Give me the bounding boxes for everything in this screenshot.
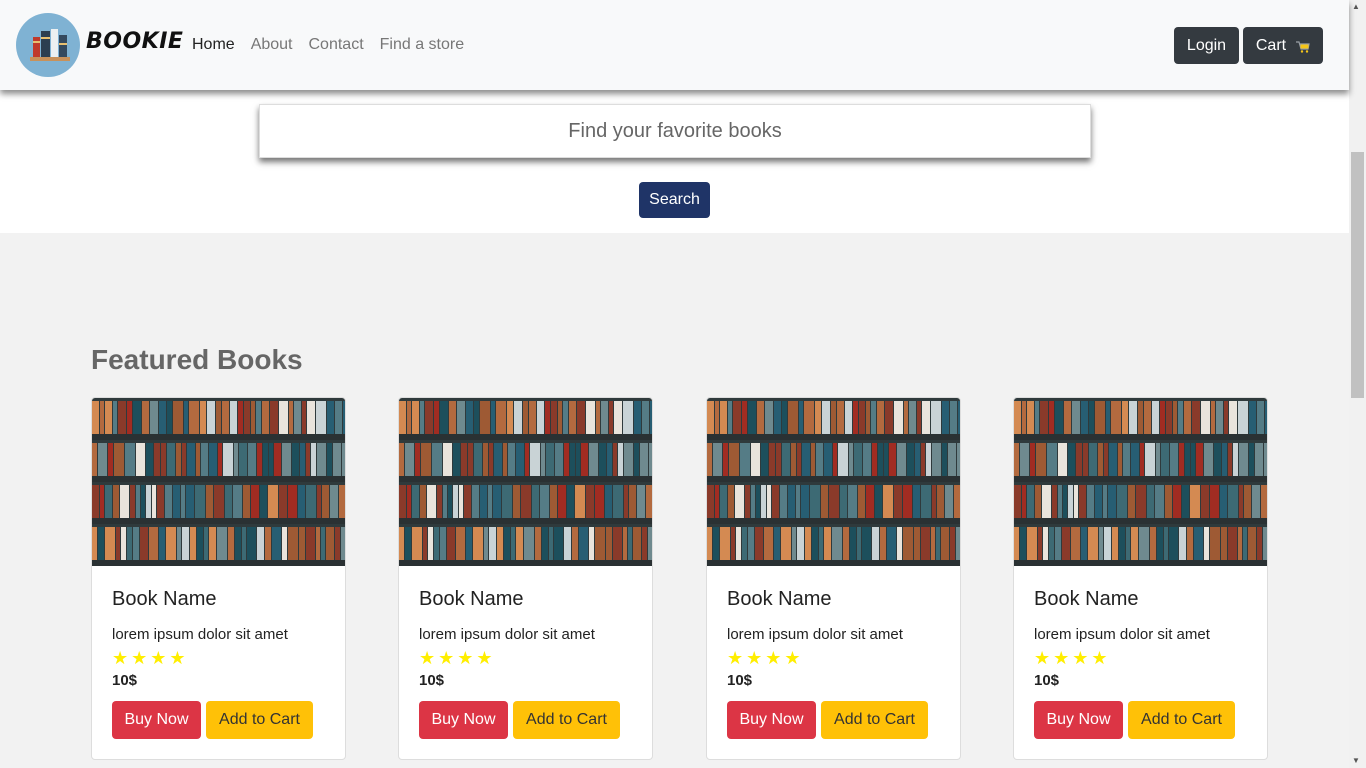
star-icon: ★ — [765, 648, 782, 668]
book-description: lorem ipsum dolor sit amet — [1034, 626, 1210, 643]
star-icon: ★ — [1091, 648, 1108, 668]
star-rating: ★ ★ ★ ★ — [112, 648, 186, 668]
buy-now-button[interactable]: Buy Now — [727, 701, 816, 739]
book-cover-image[interactable] — [92, 398, 345, 566]
book-card: Book Name lorem ipsum dolor sit amet ★ ★ ★… — [706, 397, 961, 760]
book-card: Book Name lorem ipsum dolor sit amet ★ ★ ★… — [398, 397, 653, 760]
buy-now-button[interactable]: Buy Now — [1034, 701, 1123, 739]
book-description: lorem ipsum dolor sit amet — [112, 626, 288, 643]
search-input[interactable] — [259, 104, 1091, 158]
star-icon: ★ — [457, 648, 474, 668]
login-button[interactable]: Login — [1174, 27, 1239, 64]
book-name: Book Name — [419, 588, 524, 610]
book-price: 10$ — [419, 672, 445, 689]
book-cover-image[interactable] — [707, 398, 960, 566]
book-description: lorem ipsum dolor sit amet — [727, 626, 903, 643]
add-to-cart-button[interactable]: Add to Cart — [821, 701, 928, 739]
star-rating: ★ ★ ★ ★ — [419, 648, 493, 668]
star-icon: ★ — [727, 648, 744, 668]
search-button[interactable]: Search — [639, 182, 710, 218]
star-icon: ★ — [1053, 648, 1070, 668]
add-to-cart-button[interactable]: Add to Cart — [1128, 701, 1235, 739]
star-rating: ★ ★ ★ ★ — [1034, 648, 1108, 668]
book-price: 10$ — [1034, 672, 1060, 689]
nav-link-home[interactable]: Home — [192, 36, 235, 54]
book-price: 10$ — [112, 672, 138, 689]
book-description: lorem ipsum dolor sit amet — [419, 626, 595, 643]
star-icon: ★ — [784, 648, 801, 668]
cart-button-label: Cart — [1255, 36, 1287, 54]
scroll-down-icon[interactable]: ▼ — [1352, 756, 1360, 765]
star-icon: ★ — [112, 648, 129, 668]
star-icon: ★ — [438, 648, 455, 668]
star-icon: ★ — [131, 648, 148, 668]
brand-name[interactable]: BOOKIE — [86, 29, 183, 54]
logo-books-icon[interactable] — [16, 13, 80, 77]
book-cover-image[interactable] — [1014, 398, 1267, 566]
add-to-cart-button[interactable]: Add to Cart — [513, 701, 620, 739]
nav-links: Home About Contact Find a store — [192, 36, 464, 54]
scrollbar[interactable]: ▲ ▼ — [1349, 0, 1366, 768]
login-button-label: Login — [1186, 36, 1227, 54]
book-name: Book Name — [727, 588, 832, 610]
star-icon: ★ — [150, 648, 167, 668]
star-icon: ★ — [746, 648, 763, 668]
star-icon: ★ — [169, 648, 186, 668]
navbar: BOOKIE Home About Contact Find a store L… — [0, 0, 1349, 90]
book-card: Book Name lorem ipsum dolor sit amet ★ ★ ★… — [1013, 397, 1268, 760]
star-icon: ★ — [419, 648, 436, 668]
book-name: Book Name — [112, 588, 217, 610]
star-rating: ★ ★ ★ ★ — [727, 648, 801, 668]
nav-link-about[interactable]: About — [251, 36, 293, 54]
nav-link-find-a-store[interactable]: Find a store — [380, 36, 464, 54]
book-price: 10$ — [727, 672, 753, 689]
book-cover-image[interactable] — [399, 398, 652, 566]
star-icon: ★ — [1034, 648, 1051, 668]
search-section: Search — [0, 90, 1349, 233]
scrollbar-thumb[interactable] — [1351, 152, 1364, 398]
nav-link-contact[interactable]: Contact — [309, 36, 364, 54]
star-icon: ★ — [476, 648, 493, 668]
cart-icon — [1296, 40, 1310, 53]
buy-now-button[interactable]: Buy Now — [112, 701, 201, 739]
buy-now-button[interactable]: Buy Now — [419, 701, 508, 739]
book-card: Book Name lorem ipsum dolor sit amet ★ ★ ★… — [91, 397, 346, 760]
featured-books-heading: Featured Books — [91, 344, 303, 375]
cart-button[interactable]: Cart — [1243, 27, 1323, 64]
add-to-cart-button[interactable]: Add to Cart — [206, 701, 313, 739]
star-icon: ★ — [1072, 648, 1089, 668]
scroll-up-icon[interactable]: ▲ — [1352, 2, 1360, 11]
book-name: Book Name — [1034, 588, 1139, 610]
